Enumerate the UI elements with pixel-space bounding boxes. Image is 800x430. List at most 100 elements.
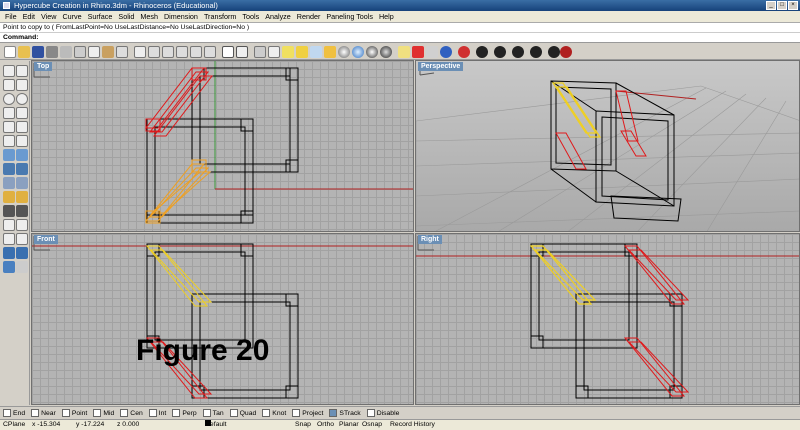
move-icon[interactable]: [476, 46, 488, 58]
loft-icon[interactable]: [16, 149, 28, 161]
osnap-int-checkbox[interactable]: [148, 409, 157, 417]
viewport-top[interactable]: Top: [31, 60, 414, 232]
transform-tool-icon[interactable]: [3, 191, 15, 203]
free-form-icon[interactable]: [16, 121, 28, 133]
osnap-disable[interactable]: Disable: [366, 409, 399, 417]
transform-icon[interactable]: [548, 46, 560, 58]
maximize-button[interactable]: □: [777, 1, 787, 10]
close-button[interactable]: ×: [788, 1, 798, 10]
status-planar-toggle[interactable]: Planar: [339, 420, 359, 430]
gumball-icon[interactable]: [458, 46, 470, 58]
dimension-icon[interactable]: [3, 233, 15, 245]
osnap-cen[interactable]: Cen: [120, 409, 143, 417]
wireframe-sphere-icon[interactable]: [338, 46, 350, 58]
shaded-sphere-icon[interactable]: [352, 46, 364, 58]
array-icon[interactable]: [16, 191, 28, 203]
osnap-near[interactable]: Near: [31, 409, 56, 417]
circle-icon[interactable]: [3, 93, 15, 105]
paste-icon[interactable]: [102, 46, 114, 58]
osnap-tan-checkbox[interactable]: [202, 409, 211, 417]
menu-file[interactable]: File: [2, 11, 20, 22]
undo-icon[interactable]: [116, 46, 128, 58]
osnap-near-checkbox[interactable]: [31, 409, 40, 417]
properties-icon[interactable]: [324, 46, 336, 58]
menu-curve[interactable]: Curve: [59, 11, 84, 22]
new-file-icon[interactable]: [4, 46, 16, 58]
layer-icon[interactable]: [310, 46, 322, 58]
osnap-knot-checkbox[interactable]: [262, 409, 271, 417]
viewport-right[interactable]: Right: [415, 233, 800, 405]
material-icon[interactable]: [412, 46, 424, 58]
render-sphere-icon[interactable]: [380, 46, 392, 58]
menu-transform[interactable]: Transform: [201, 11, 239, 22]
split-icon[interactable]: [3, 205, 15, 217]
point-icon[interactable]: [16, 65, 28, 77]
extrude-icon[interactable]: [3, 247, 15, 259]
viewport-grid-icon[interactable]: [236, 46, 248, 58]
menu-analyze[interactable]: Analyze: [262, 11, 294, 22]
osnap-quad[interactable]: Quad: [229, 409, 256, 417]
osnap-disable-checkbox[interactable]: [366, 409, 375, 417]
box-icon[interactable]: [3, 163, 15, 175]
polyline-icon[interactable]: [3, 79, 15, 91]
osnap-project[interactable]: Project: [292, 409, 323, 417]
osnap-mid[interactable]: Mid: [93, 409, 114, 417]
arc-icon[interactable]: [3, 107, 15, 119]
save-icon[interactable]: [32, 46, 44, 58]
mesh-icon[interactable]: [3, 177, 15, 189]
text-icon[interactable]: [3, 135, 15, 147]
cplane-icon[interactable]: [254, 46, 266, 58]
osnap-strack-checkbox[interactable]: [329, 409, 338, 417]
copy-icon[interactable]: [88, 46, 100, 58]
viewport-title-top[interactable]: Top: [34, 62, 53, 71]
menu-mesh[interactable]: Mesh: [137, 11, 161, 22]
ellipse-icon[interactable]: [16, 93, 28, 105]
osnap-int[interactable]: Int: [148, 409, 166, 417]
viewport-title-right[interactable]: Right: [418, 235, 442, 244]
osnap-quad-checkbox[interactable]: [229, 409, 238, 417]
zoom-window-icon[interactable]: [162, 46, 174, 58]
select-all-icon[interactable]: [268, 46, 280, 58]
menu-edit[interactable]: Edit: [20, 11, 38, 22]
curve-icon[interactable]: [16, 79, 28, 91]
open-folder-icon[interactable]: [18, 46, 30, 58]
help-icon[interactable]: [440, 46, 452, 58]
osnap-end[interactable]: End: [3, 409, 25, 417]
osnap-project-checkbox[interactable]: [292, 409, 301, 417]
grid-tool-icon[interactable]: [16, 261, 28, 273]
boolean-icon[interactable]: [16, 177, 28, 189]
osnap-perp-checkbox[interactable]: [172, 409, 181, 417]
move-uvn-icon[interactable]: [494, 46, 506, 58]
record-icon[interactable]: [560, 46, 572, 58]
osnap-cen-checkbox[interactable]: [120, 409, 129, 417]
rendered-sphere-icon[interactable]: [366, 46, 378, 58]
menu-dimension[interactable]: Dimension: [161, 11, 201, 22]
cut-icon[interactable]: [74, 46, 86, 58]
hide-icon[interactable]: [282, 46, 294, 58]
osnap-mid-checkbox[interactable]: [93, 409, 102, 417]
menu-render[interactable]: Render: [294, 11, 324, 22]
status-snap-toggle[interactable]: Snap: [295, 420, 311, 430]
viewport-front[interactable]: Front: [31, 233, 414, 405]
trim-icon[interactable]: [16, 205, 28, 217]
nudge-icon[interactable]: [530, 46, 542, 58]
zoom-selected-icon[interactable]: [204, 46, 216, 58]
osnap-point-checkbox[interactable]: [61, 409, 70, 417]
print-icon[interactable]: [46, 46, 58, 58]
import-icon[interactable]: [60, 46, 72, 58]
fillet-icon[interactable]: [16, 135, 28, 147]
lock-icon[interactable]: [296, 46, 308, 58]
osnap-perp[interactable]: Perp: [172, 409, 197, 417]
zoom-dynamic-icon[interactable]: [176, 46, 188, 58]
osnap-end-checkbox[interactable]: [3, 409, 11, 417]
menu-view[interactable]: View: [38, 11, 59, 22]
minimize-button[interactable]: _: [766, 1, 776, 10]
osnap-point[interactable]: Point: [61, 409, 87, 417]
viewport-perspective[interactable]: Perspective: [415, 60, 800, 232]
render-tool-icon[interactable]: [3, 261, 15, 273]
viewport-title-front[interactable]: Front: [34, 235, 58, 244]
menu-paneling-tools[interactable]: Paneling Tools: [323, 11, 376, 22]
status-osnap-toggle[interactable]: Osnap: [362, 420, 382, 430]
osnap-strack[interactable]: STrack: [329, 409, 361, 417]
osnap-knot[interactable]: Knot: [262, 409, 286, 417]
